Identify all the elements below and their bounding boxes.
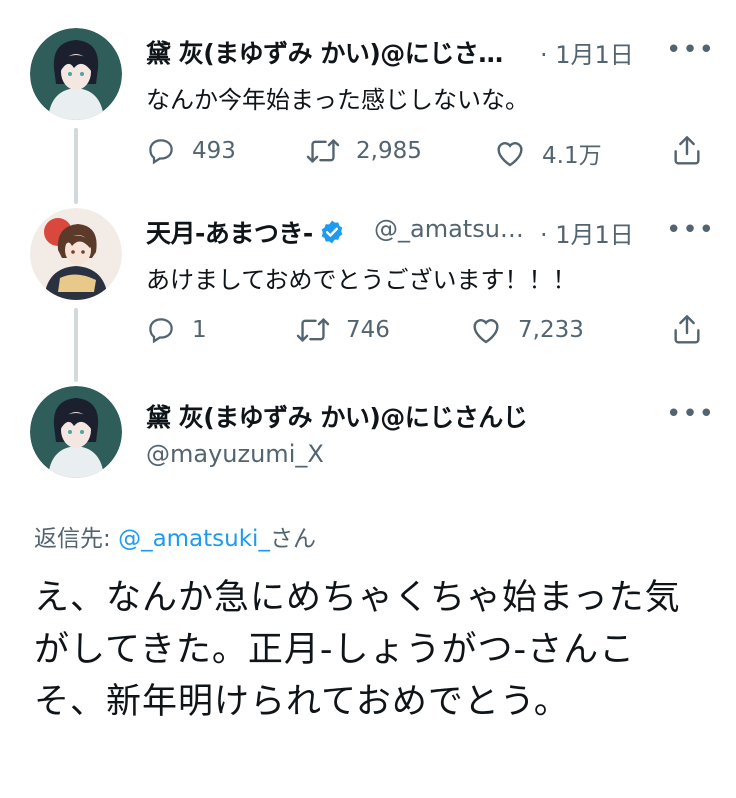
reply-to-line: 返信先: @_amatsuki_さん	[34, 519, 316, 553]
reply-to-label: 返信先:	[34, 526, 111, 552]
author-handle[interactable]: @_amatsu…	[374, 215, 524, 243]
retweet-arrows-icon	[296, 318, 330, 342]
like-count: 7,233	[518, 317, 584, 343]
reply-to-suffix: さん	[269, 526, 316, 552]
share-upload-icon	[674, 136, 700, 165]
avatar-mayuzumi[interactable]	[30, 386, 122, 478]
retweet-count: 2,985	[356, 138, 422, 164]
author-name[interactable]: 天月-あまつき-	[146, 214, 345, 251]
heart-icon	[497, 142, 523, 167]
thread-line	[74, 128, 78, 204]
more-dots-icon[interactable]: •••	[666, 217, 715, 243]
retweet-arrows-icon	[306, 139, 340, 163]
timestamp[interactable]: · 1月1日	[540, 35, 634, 70]
tweet-text: なんか今年始まった感じしないな。	[146, 86, 530, 114]
author-handle[interactable]: @mayuzumi_X	[146, 440, 324, 468]
share-button[interactable]	[672, 313, 702, 345]
retweet-button[interactable]: 2,985	[306, 136, 422, 166]
reply-bubble-icon	[149, 139, 173, 165]
retweet-count: 746	[346, 317, 390, 343]
author-name[interactable]: 黛 灰(まゆずみ かい)@にじさ…	[146, 34, 503, 70]
like-button[interactable]: 4.1万	[494, 136, 602, 170]
author-name[interactable]: 黛 灰(まゆずみ かい)@にじさんじ	[146, 398, 528, 434]
thread-line	[74, 308, 78, 382]
more-dots-icon[interactable]: •••	[666, 401, 715, 427]
like-count: 4.1万	[542, 143, 602, 169]
share-button[interactable]	[672, 134, 702, 166]
like-button[interactable]: 7,233	[470, 315, 584, 345]
main-tweet-text: え、なんか急にめちゃくちゃ始まった気がしてきた。正月-しょうがつ-さんこそ、新年…	[34, 578, 681, 722]
verified-badge-icon	[319, 219, 345, 251]
heart-icon	[473, 319, 499, 344]
reply-to-link[interactable]: @_amatsuki_	[118, 526, 270, 552]
share-upload-icon	[674, 315, 700, 344]
tweet-text: あけましておめでとうございます！！！	[146, 266, 577, 294]
retweet-button[interactable]: 746	[296, 315, 390, 345]
timestamp[interactable]: · 1月1日	[540, 215, 634, 250]
author-name-text: 天月-あまつき-	[146, 219, 313, 248]
reply-count: 493	[192, 138, 236, 164]
reply-count: 1	[192, 317, 207, 343]
more-dots-icon[interactable]: •••	[666, 37, 715, 63]
reply-button[interactable]: 493	[146, 136, 236, 166]
avatar-mayuzumi[interactable]	[30, 28, 122, 120]
avatar-amatsuki[interactable]	[30, 208, 122, 300]
reply-button[interactable]: 1	[146, 315, 207, 345]
reply-bubble-icon	[149, 318, 173, 344]
